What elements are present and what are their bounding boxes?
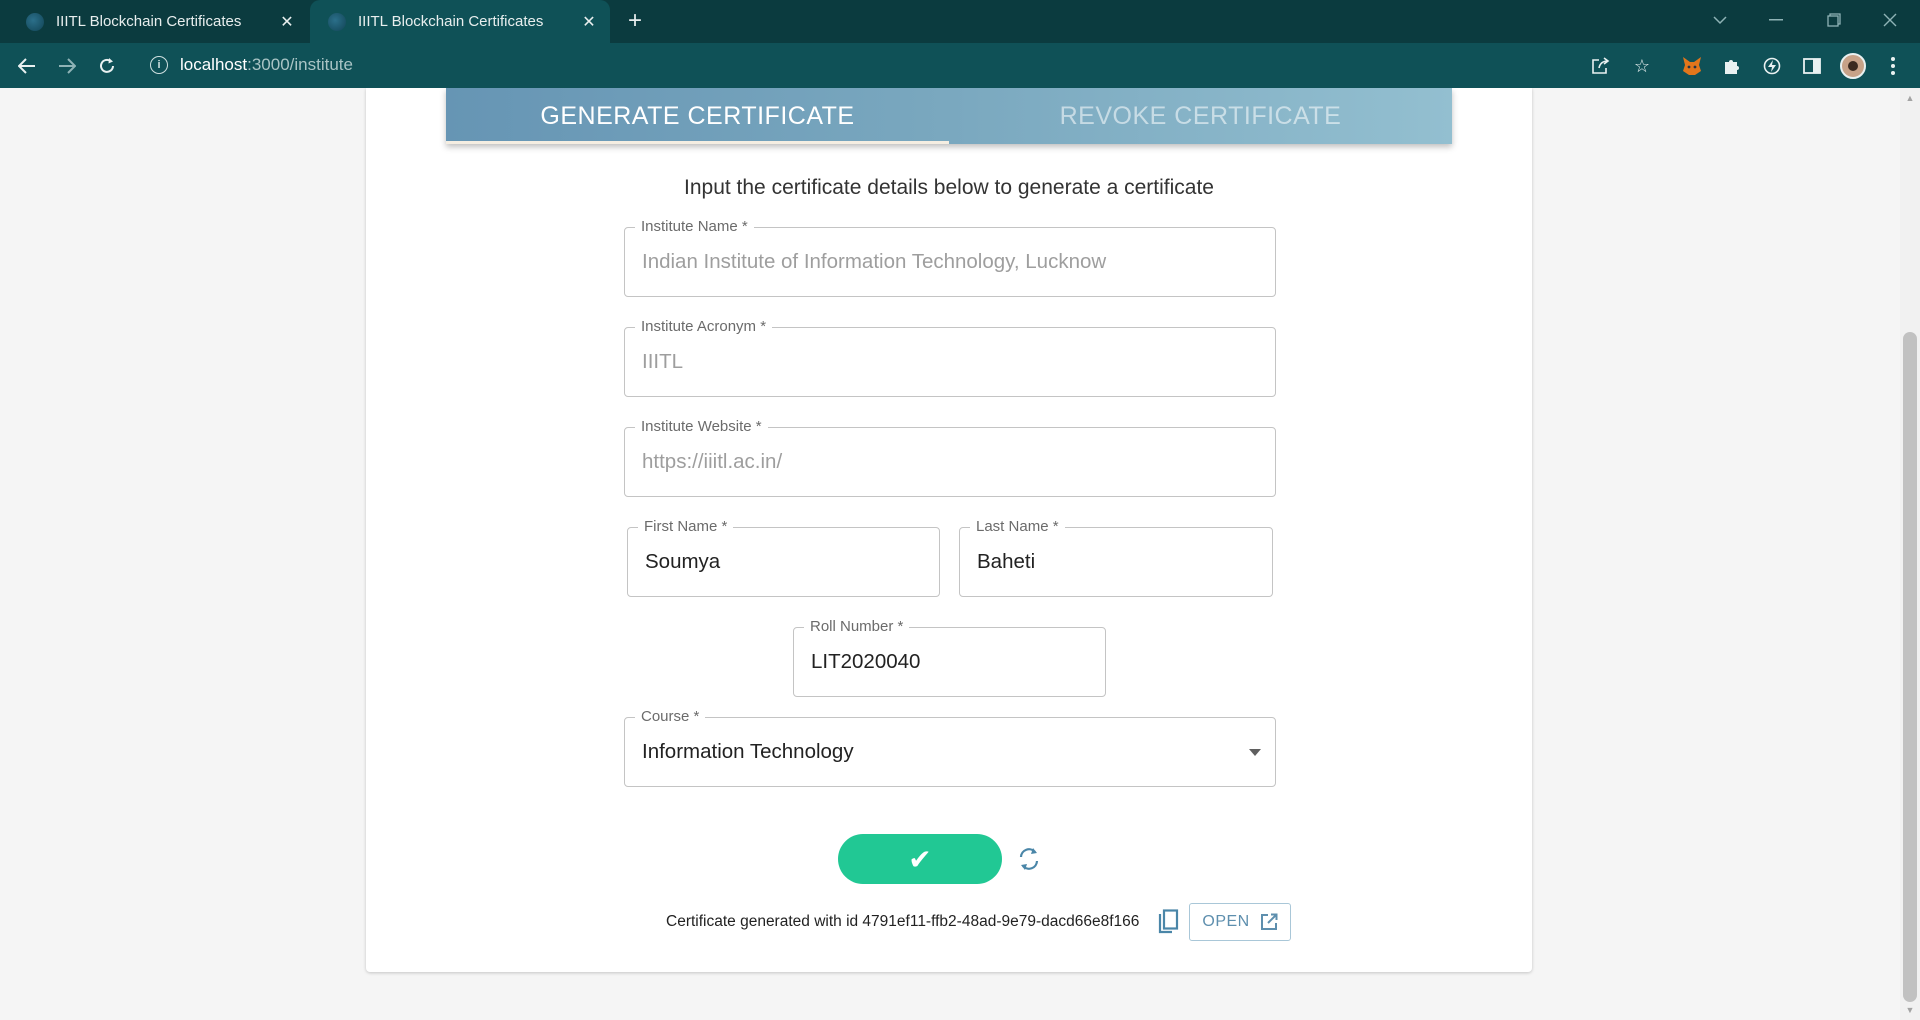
close-tab-icon[interactable]: ✕ bbox=[578, 11, 600, 33]
tab-search-icon[interactable] bbox=[1692, 0, 1748, 40]
certificate-id-message: Certificate generated with id 4791ef11-f… bbox=[666, 913, 1140, 930]
last-name-value: Baheti bbox=[977, 550, 1036, 573]
open-button-label: OPEN bbox=[1202, 913, 1250, 930]
roll-number-field[interactable]: Roll Number * LIT2020040 bbox=[793, 618, 1106, 697]
first-name-field[interactable]: First Name * Soumya bbox=[627, 518, 940, 597]
institute-acronym-field[interactable]: Institute Acronym * IIITL bbox=[624, 318, 1276, 397]
site-favicon-icon bbox=[26, 12, 44, 31]
site-info-icon[interactable]: i bbox=[150, 56, 168, 74]
menu-kebab-icon[interactable] bbox=[1880, 53, 1906, 79]
form-instructions: Input the certificate details below to g… bbox=[684, 176, 1214, 199]
side-panel-icon[interactable] bbox=[1799, 53, 1825, 79]
back-arrow-icon[interactable] bbox=[12, 51, 42, 81]
page-scrollbar[interactable]: ▲ ▼ bbox=[1900, 88, 1920, 1020]
copy-id-icon[interactable] bbox=[1153, 907, 1183, 937]
tab-revoke-certificate[interactable]: REVOKE CERTIFICATE bbox=[949, 88, 1452, 144]
share-icon[interactable] bbox=[1588, 53, 1614, 79]
bookmark-star-icon[interactable]: ☆ bbox=[1629, 53, 1655, 79]
dropdown-caret-icon bbox=[1249, 749, 1261, 756]
site-favicon-icon bbox=[328, 12, 346, 31]
last-name-field[interactable]: Last Name * Baheti bbox=[959, 518, 1273, 597]
browser-tab-title: IIITL Blockchain Certificates bbox=[358, 13, 544, 30]
external-link-icon bbox=[1260, 913, 1278, 930]
forward-arrow-icon[interactable] bbox=[52, 51, 82, 81]
institute-name-value: Indian Institute of Information Technolo… bbox=[642, 250, 1107, 273]
roll-number-value: LIT2020040 bbox=[811, 650, 921, 673]
certificate-card: GENERATE CERTIFICATE REVOKE CERTIFICATE … bbox=[366, 88, 1532, 972]
first-name-value: Soumya bbox=[645, 550, 721, 573]
reload-icon[interactable] bbox=[92, 51, 122, 81]
generation-result: Certificate generated with id 4791ef11-f… bbox=[666, 903, 1366, 941]
metamask-extension-icon[interactable] bbox=[1679, 53, 1705, 79]
institute-website-value: https://iiitl.ac.in/ bbox=[642, 450, 783, 473]
browser-tab-title: IIITL Blockchain Certificates bbox=[56, 13, 242, 30]
close-tab-icon[interactable]: ✕ bbox=[276, 11, 298, 33]
minimize-window-icon[interactable] bbox=[1748, 0, 1804, 40]
institute-acronym-value: IIITL bbox=[642, 350, 684, 373]
page-viewport: GENERATE CERTIFICATE REVOKE CERTIFICATE … bbox=[0, 88, 1900, 1020]
active-tab-indicator bbox=[446, 141, 949, 144]
scrollbar-thumb[interactable] bbox=[1903, 332, 1917, 1002]
close-window-icon[interactable] bbox=[1862, 0, 1918, 40]
browser-toolbar: i localhost:3000/institute ☆ bbox=[0, 43, 1920, 88]
course-value: Information Technology bbox=[642, 740, 854, 763]
certificate-tabs: GENERATE CERTIFICATE REVOKE CERTIFICATE bbox=[446, 88, 1452, 144]
restore-window-icon[interactable] bbox=[1806, 0, 1862, 40]
generate-submit-button[interactable]: ✔ bbox=[838, 834, 1002, 884]
address-bar[interactable]: i localhost:3000/institute bbox=[140, 48, 1840, 82]
performance-icon[interactable] bbox=[1759, 53, 1785, 79]
course-select[interactable]: Course * Information Technology bbox=[624, 708, 1276, 787]
refresh-form-icon[interactable] bbox=[1014, 844, 1044, 874]
browser-tab[interactable]: IIITL Blockchain Certificates ✕ bbox=[8, 0, 308, 43]
institute-website-field[interactable]: Institute Website * https://iiitl.ac.in/ bbox=[624, 418, 1276, 497]
scroll-down-arrow-icon[interactable]: ▼ bbox=[1900, 1002, 1920, 1018]
url-host: localhost bbox=[180, 55, 248, 74]
institute-name-field[interactable]: Institute Name * Indian Institute of Inf… bbox=[624, 218, 1276, 297]
browser-tabstrip: IIITL Blockchain Certificates ✕ IIITL Bl… bbox=[0, 0, 1920, 43]
extensions-puzzle-icon[interactable] bbox=[1719, 53, 1745, 79]
profile-avatar-icon[interactable] bbox=[1840, 53, 1866, 79]
tab-generate-certificate[interactable]: GENERATE CERTIFICATE bbox=[446, 88, 949, 144]
url-path: :3000/institute bbox=[247, 55, 353, 74]
open-certificate-button[interactable]: OPEN bbox=[1189, 903, 1291, 941]
new-tab-icon[interactable]: + bbox=[622, 9, 648, 35]
browser-tab-active[interactable]: IIITL Blockchain Certificates ✕ bbox=[310, 0, 610, 43]
scroll-up-arrow-icon[interactable]: ▲ bbox=[1900, 90, 1920, 106]
